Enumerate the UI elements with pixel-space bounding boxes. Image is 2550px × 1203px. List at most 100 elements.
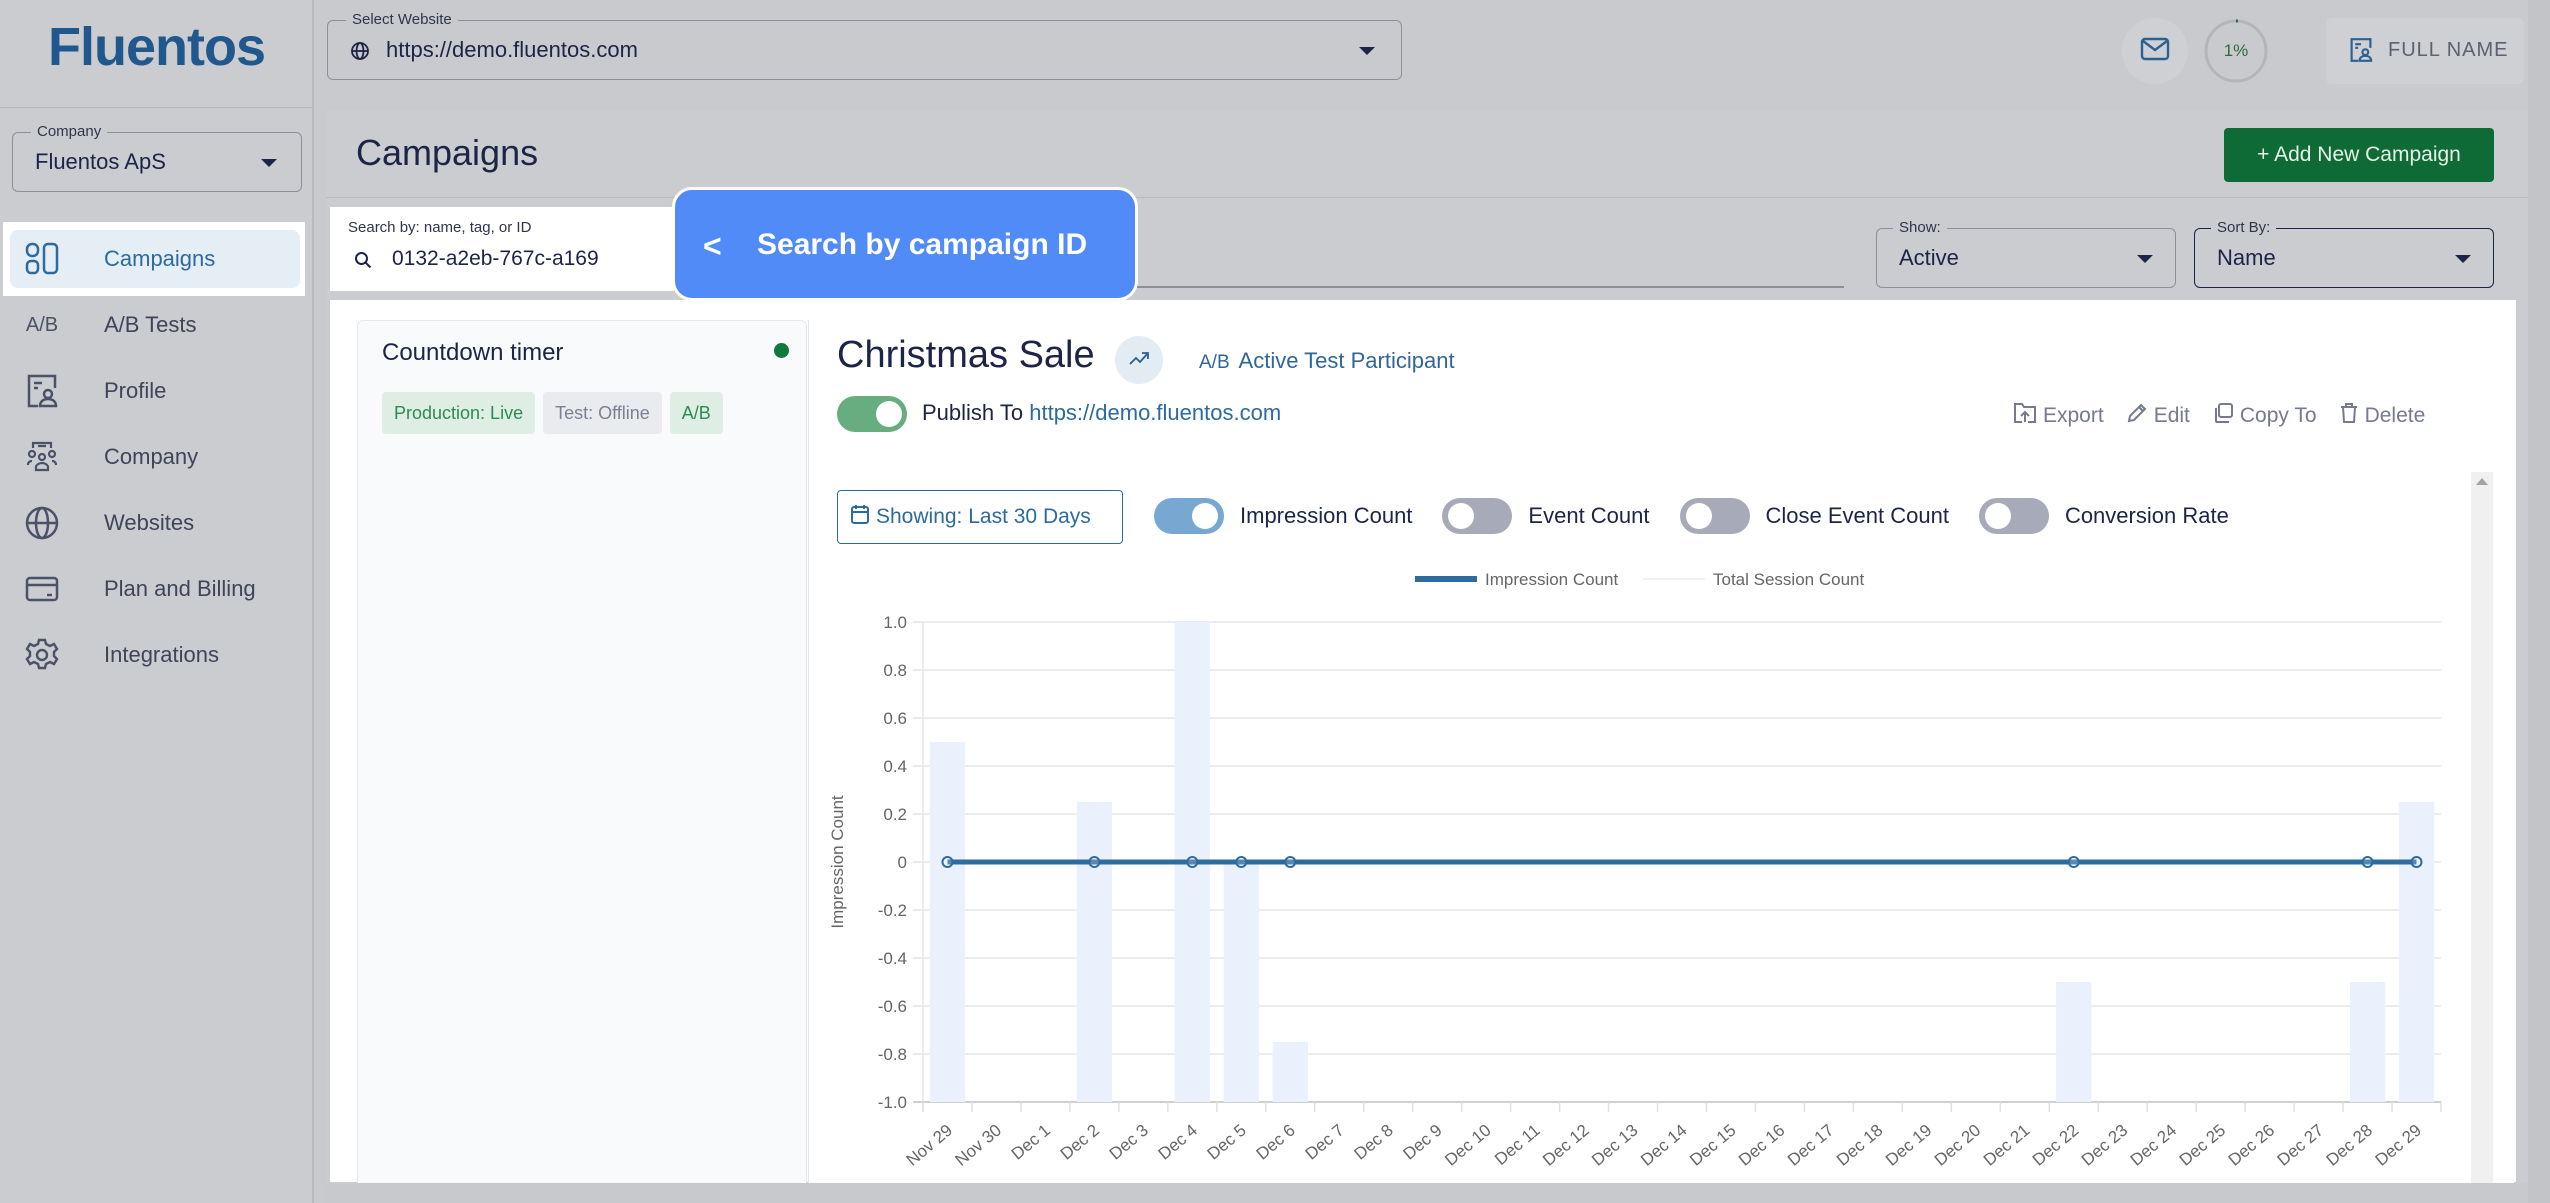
toggle-impression-count[interactable]: Impression Count: [1154, 498, 1412, 534]
globe-icon: [350, 41, 370, 66]
publish-toggle[interactable]: [837, 396, 907, 432]
scroll-up-icon[interactable]: [2476, 478, 2488, 485]
point-impression-count: [1186, 856, 1199, 868]
sidebar-item-plan-billing[interactable]: Plan and Billing: [10, 560, 300, 618]
bar-total-session-count: [1272, 1042, 1308, 1102]
toggle-event-count[interactable]: Event Count: [1442, 498, 1650, 534]
campaign-detail: Christmas Sale A/B Active Test Participa…: [808, 320, 2514, 1203]
chevron-down-icon: [2455, 255, 2471, 263]
export-icon: [2013, 402, 2037, 430]
date-range-button[interactable]: Showing: Last 30 Days: [837, 490, 1123, 544]
search-icon: [354, 251, 372, 274]
logo[interactable]: Fluentos: [48, 16, 266, 78]
show-select-label: Show:: [1893, 219, 1947, 236]
page-scrollbar[interactable]: [2528, 0, 2550, 1203]
y-tick-label: -0.2: [878, 901, 907, 920]
point-impression-count: [1088, 856, 1101, 868]
x-tick-label: Dec 29: [2372, 1121, 2425, 1170]
x-tick-label: Nov 29: [903, 1121, 956, 1170]
point-impression-count: [941, 856, 954, 868]
x-tick-label: Dec 22: [2029, 1121, 2082, 1170]
y-tick-label: 0.4: [883, 757, 907, 776]
bar-total-session-count: [2056, 982, 2092, 1102]
sidebar-item-integrations[interactable]: Integrations: [10, 626, 300, 684]
add-new-campaign-button[interactable]: + Add New Campaign: [2224, 128, 2494, 182]
publish-url-link[interactable]: https://demo.fluentos.com: [1029, 400, 1281, 425]
mail-icon: [2140, 37, 2170, 66]
sidebar-item-label: Plan and Billing: [104, 576, 256, 601]
toggle-label: Event Count: [1528, 503, 1650, 528]
website-select[interactable]: Select Website https://demo.fluentos.com: [327, 11, 1402, 80]
y-tick-label: 0.6: [883, 709, 907, 728]
campaigns-icon: [22, 239, 62, 279]
search-value: 0132-a2eb-767c-a169: [392, 247, 599, 270]
chart-scrollbar[interactable]: [2471, 472, 2493, 1203]
delete-button[interactable]: Delete: [2339, 402, 2425, 430]
y-tick-label: -0.6: [878, 997, 907, 1016]
x-tick-label: Dec 19: [1882, 1121, 1935, 1170]
point-impression-count: [2361, 856, 2374, 868]
toggle-knob: [1685, 503, 1712, 529]
bar-total-session-count: [1223, 862, 1259, 1102]
chevron-left-icon[interactable]: <: [703, 228, 722, 265]
x-tick-label: Dec 28: [2323, 1121, 2376, 1170]
search-input[interactable]: Search by: name, tag, or ID 0132-a2eb-76…: [330, 207, 674, 291]
sidebar-item-profile[interactable]: Profile: [10, 362, 300, 420]
sidebar-item-company[interactable]: Company: [10, 428, 300, 486]
chevron-down-icon: [2137, 255, 2153, 263]
usage-progress-ring[interactable]: 1%: [2203, 18, 2269, 84]
messages-button[interactable]: [2122, 18, 2188, 84]
x-tick-label: Dec 23: [2078, 1121, 2131, 1170]
point-impression-count: [1284, 856, 1297, 868]
sort-select[interactable]: Sort By: Name: [2194, 219, 2494, 288]
bottom-strip: [326, 1183, 2528, 1203]
search-tooltip[interactable]: < Search by campaign ID: [672, 187, 1138, 301]
x-tick-label: Dec 2: [1057, 1121, 1103, 1164]
copy-to-button[interactable]: Copy To: [2212, 402, 2317, 430]
edit-button[interactable]: Edit: [2126, 402, 2190, 430]
bar-total-session-count: [1076, 802, 1113, 1102]
company-select[interactable]: Company Fluentos ApS: [12, 123, 302, 192]
x-tick-label: Dec 7: [1302, 1121, 1348, 1164]
tooltip-text: Search by campaign ID: [757, 228, 1088, 261]
ab-tests-icon: A/B: [25, 313, 59, 336]
sidebar-item-label: A/B Tests: [104, 312, 197, 337]
bar-total-session-count: [2349, 982, 2386, 1102]
publish-label: Publish To https://demo.fluentos.com: [922, 400, 1281, 426]
globe-icon: [22, 503, 62, 543]
point-impression-count: [2067, 856, 2080, 868]
campaign-actions: Export Edit Copy To Delete: [2013, 402, 2425, 430]
x-tick-label: Dec 10: [1441, 1121, 1494, 1170]
sidebar-item-label: Profile: [104, 378, 167, 403]
company-select-label: Company: [31, 123, 108, 140]
analytics-button[interactable]: [1115, 336, 1163, 384]
sidebar-item-campaigns[interactable]: Campaigns: [10, 230, 300, 288]
ab-status: A/B Active Test Participant: [1199, 348, 1455, 374]
y-tick-label: 0.8: [883, 661, 907, 680]
export-button[interactable]: Export: [2013, 402, 2104, 430]
campaign-title: Christmas Sale: [837, 334, 1095, 376]
toggle-close-event-count[interactable]: Close Event Count: [1679, 498, 1949, 534]
page-header: Campaigns + Add New Campaign: [326, 110, 2528, 198]
toggle-switch[interactable]: [1442, 498, 1513, 534]
metric-toggles: Impression Count Event Count Close Event…: [1154, 498, 2259, 534]
trending-up-icon: [1128, 350, 1150, 371]
show-select[interactable]: Show: Active: [1876, 219, 2176, 288]
show-select-value: Active: [1899, 245, 1959, 270]
toggle-switch[interactable]: [1679, 498, 1750, 534]
toggle-conversion-rate[interactable]: Conversion Rate: [1978, 498, 2229, 534]
toggle-switch[interactable]: [1154, 498, 1224, 534]
toggle-knob: [1192, 503, 1218, 529]
x-tick-label: Dec 24: [2127, 1121, 2180, 1170]
sidebar: Fluentos Company Fluentos ApS Campaigns …: [0, 0, 314, 1203]
x-tick-label: Dec 20: [1931, 1121, 1984, 1170]
credit-card-icon: [22, 569, 62, 609]
sidebar-item-websites[interactable]: Websites: [10, 494, 300, 552]
campaign-name: Countdown timer: [382, 339, 564, 366]
sidebar-item-ab-tests[interactable]: A/B A/B Tests: [10, 296, 300, 354]
x-tick-label: Dec 9: [1399, 1121, 1445, 1164]
user-menu-button[interactable]: FULL NAME: [2326, 18, 2524, 84]
x-tick-label: Dec 4: [1155, 1121, 1201, 1164]
toggle-switch[interactable]: [1978, 498, 2049, 534]
x-tick-label: Dec 1: [1008, 1121, 1054, 1164]
